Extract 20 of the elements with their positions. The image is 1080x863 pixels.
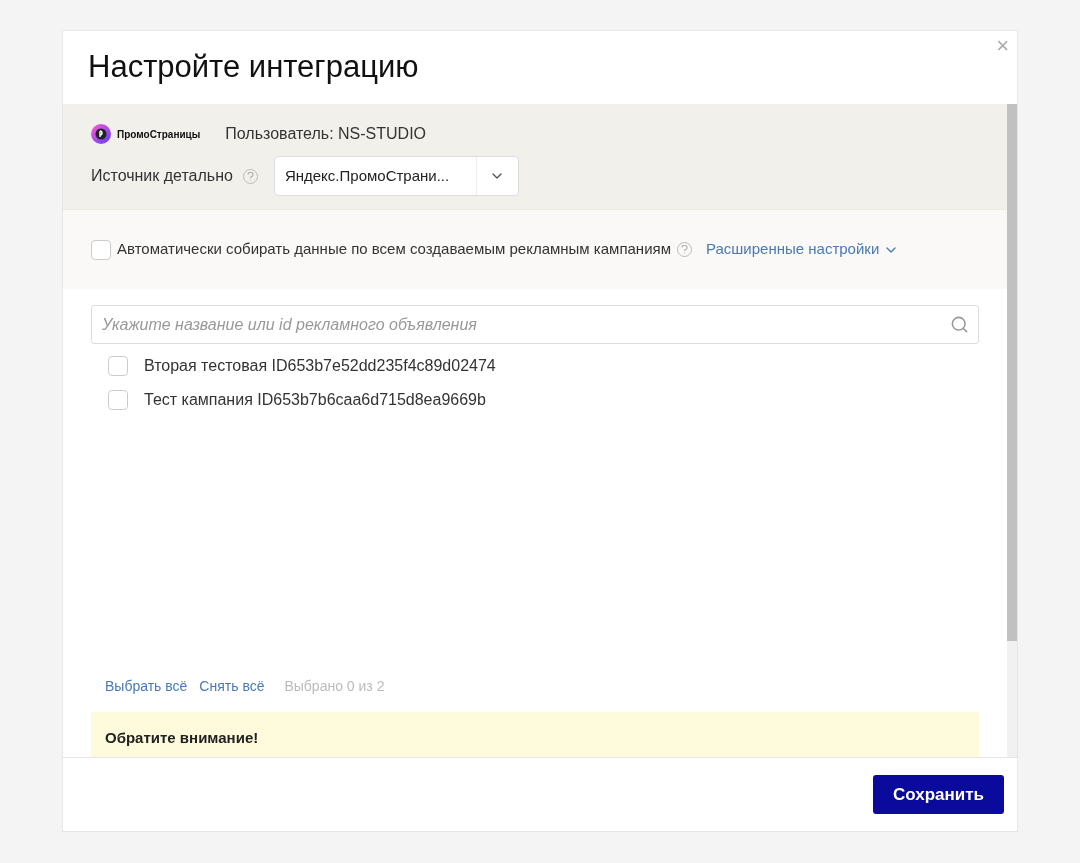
advanced-settings-link[interactable]: Расширенные настройки bbox=[705, 238, 900, 261]
search-icon[interactable] bbox=[950, 315, 969, 334]
campaign-label: Вторая тестовая ID653b7e52dd235f4c89d02474 bbox=[144, 356, 496, 376]
notice-title: Обратите внимание! bbox=[105, 728, 260, 748]
search-field[interactable]: Укажите название или id рекламного объявления bbox=[91, 305, 979, 344]
dialog-title: Настройте интеграцию bbox=[88, 48, 419, 87]
checkbox[interactable] bbox=[108, 390, 128, 410]
select-all-link[interactable]: Выбрать всё bbox=[105, 676, 188, 697]
clear-all-link[interactable]: Снять всё bbox=[199, 676, 265, 697]
selected-count: Выбрано 0 из 2 bbox=[284, 677, 385, 696]
save-button[interactable]: Сохранить bbox=[872, 775, 1004, 814]
source-detail-label: Источник детально bbox=[91, 166, 233, 186]
auto-collect-label: Автоматически собирать данные по всем создаваемым рекламным кампаниям bbox=[117, 239, 671, 260]
campaign-label: Тест кампания ID653b7b6caa6d715d8ea9669b bbox=[144, 390, 486, 410]
promo-logo: ПромоСтраницы bbox=[91, 124, 201, 144]
logo-icon bbox=[91, 124, 111, 144]
user-label: Пользователь: NS-STUDIO bbox=[225, 124, 427, 144]
checkbox[interactable] bbox=[91, 239, 111, 260]
checkbox[interactable] bbox=[108, 356, 128, 376]
source-select[interactable]: Яндекс.ПромоСтрани... bbox=[273, 156, 519, 196]
